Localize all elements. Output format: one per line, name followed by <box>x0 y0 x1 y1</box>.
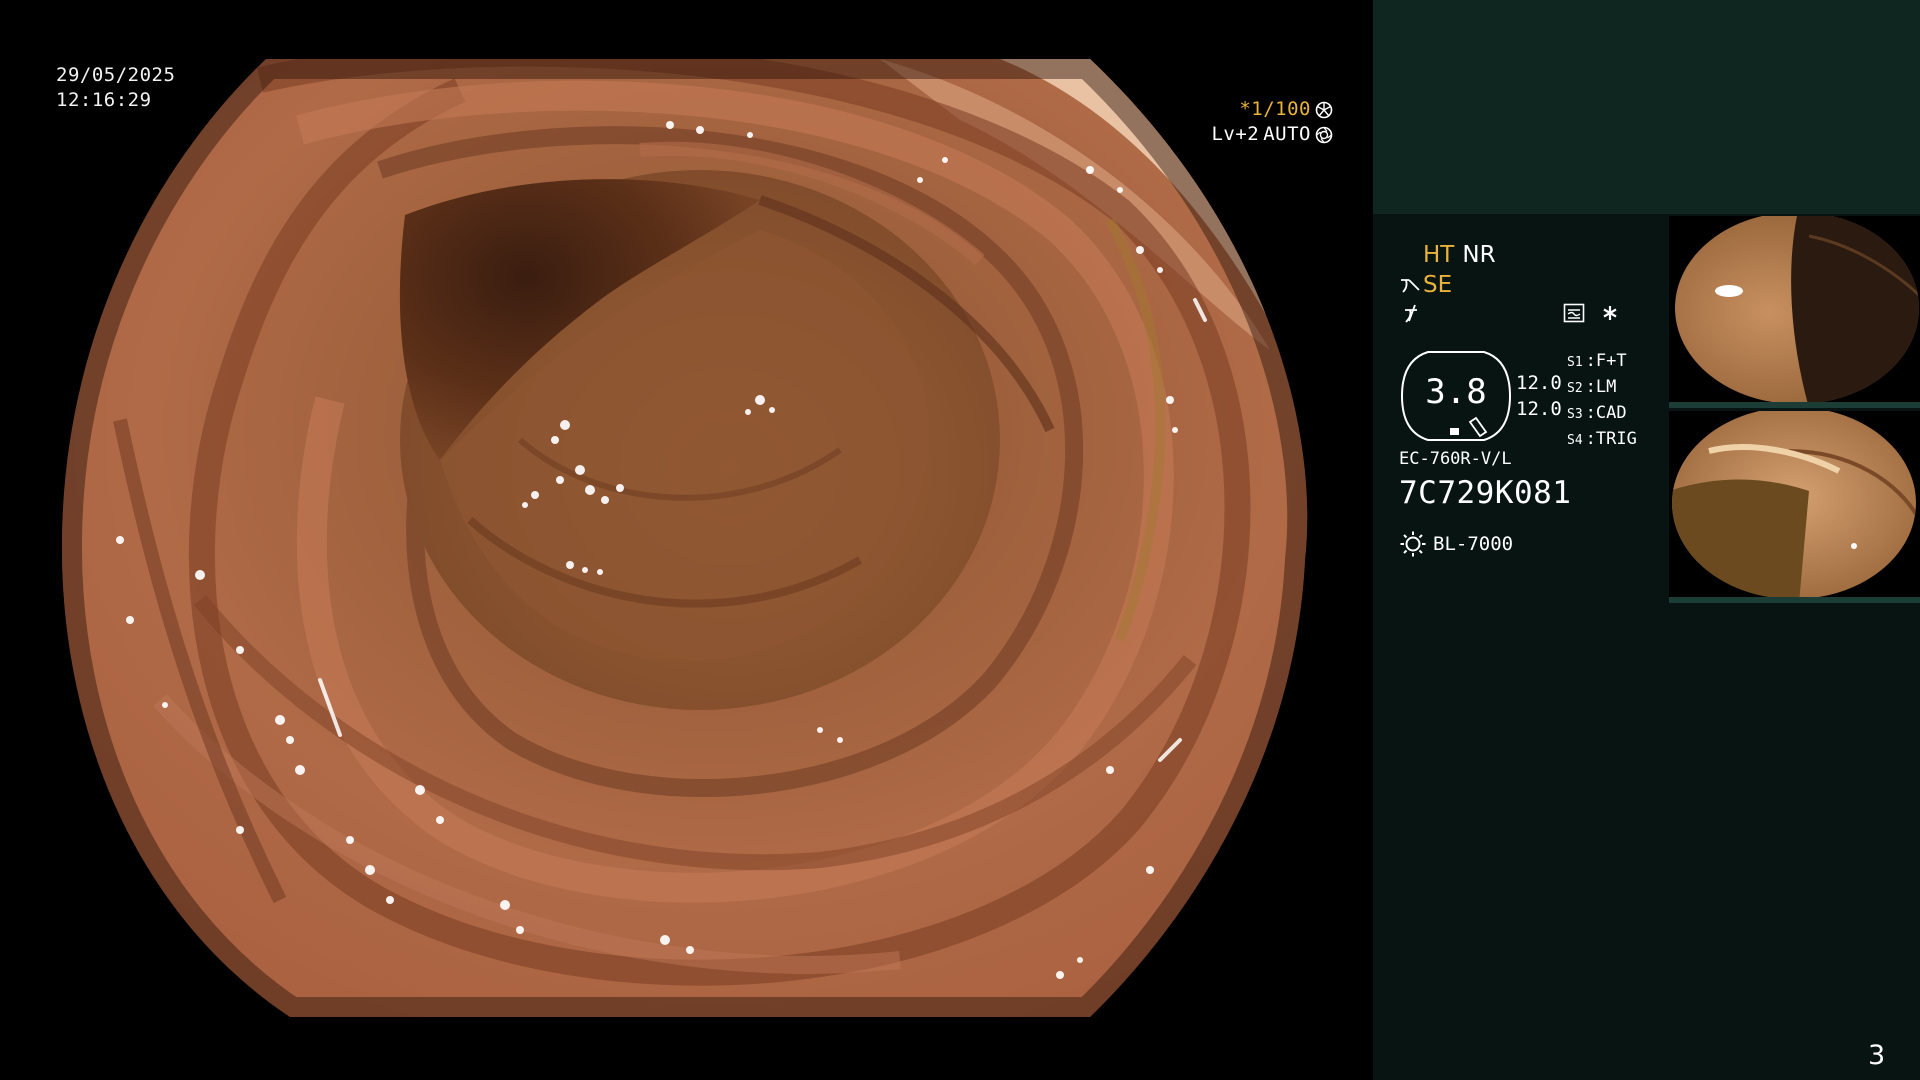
switch-value: CAD <box>1595 403 1627 423</box>
thumbnail-image <box>1675 216 1919 404</box>
switch-value: TRIG <box>1595 429 1637 449</box>
light-source-icon <box>1400 531 1426 557</box>
datetime-overlay: 29/05/2025 12:16:29 <box>56 63 175 113</box>
scope-model-text: EC-760R-V/L <box>1399 449 1512 469</box>
switch-key: S3 <box>1567 407 1583 422</box>
color-mode-icon <box>1405 304 1417 323</box>
iris-icon <box>1315 126 1333 143</box>
asterisk-icon <box>1603 306 1617 320</box>
panel-header-area <box>1373 0 1920 214</box>
switch-row: S4:TRIG <box>1567 429 1637 449</box>
captured-thumbnails <box>1669 216 1920 603</box>
page-number: 3 <box>1868 1040 1886 1071</box>
mode-nr-label: NR <box>1462 242 1496 268</box>
exposure-overlay: *1/100 Lv+2 AUTO <box>1211 97 1333 147</box>
light-source-text: BL-7000 <box>1433 533 1514 555</box>
switch-row: S2:LM <box>1567 377 1617 397</box>
switch-key: S1 <box>1567 355 1583 370</box>
switch-value: F+T <box>1595 351 1627 371</box>
switch-key: S4 <box>1567 433 1583 448</box>
level-text: Lv+2 <box>1211 123 1260 145</box>
scope-serial-text: 7C729K081 <box>1399 475 1572 511</box>
value-bottom: 12.0 <box>1516 398 1562 420</box>
image-mode-row: HT NR <box>1423 242 1504 268</box>
shutter-speed-text: *1/100 <box>1239 98 1311 120</box>
thumbnail-bar <box>1669 402 1920 408</box>
light-source-row: BL-7000 <box>1399 530 1513 558</box>
structure-enhance-icon <box>1401 279 1420 293</box>
shutter-icon <box>1315 101 1333 118</box>
parameter-values: 12.0 12.0 <box>1516 370 1562 422</box>
color-mode-row <box>1401 302 1423 328</box>
endoscope-main-view: 29/05/2025 12:16:29 *1/100 Lv+2 AUTO <box>0 0 1373 1080</box>
endoscopy-image <box>61 59 1308 1017</box>
thumbnail-bar <box>1669 597 1920 603</box>
freeze-icon <box>1563 303 1585 323</box>
thumbnail-2[interactable] <box>1669 411 1920 603</box>
thumbnail-image <box>1672 411 1916 599</box>
zoom-value: 3.8 <box>1425 372 1487 412</box>
status-side-panel: HT NR SE 3.8 12.0 12.0 S1:F+T S2:LM S3:CA… <box>1373 0 1920 1080</box>
switch-value: LM <box>1595 377 1617 397</box>
mode-ht-label: HT <box>1423 242 1455 268</box>
switch-row: S1:F+T <box>1567 351 1627 371</box>
switch-row: S3:CAD <box>1567 403 1627 423</box>
date-text: 29/05/2025 <box>56 64 176 86</box>
status-icons-row <box>1563 303 1619 323</box>
value-top: 12.0 <box>1516 372 1562 394</box>
mode-se-label: SE <box>1423 272 1453 298</box>
iris-mode-text: AUTO <box>1263 123 1311 145</box>
thumbnail-1[interactable] <box>1669 216 1920 408</box>
switch-key: S2 <box>1567 381 1583 396</box>
scope-switch-list: S1:F+T S2:LM S3:CAD S4:TRIG <box>1567 349 1637 453</box>
time-text: 12:16:29 <box>56 89 152 111</box>
structure-enhance-row: SE <box>1399 272 1452 298</box>
